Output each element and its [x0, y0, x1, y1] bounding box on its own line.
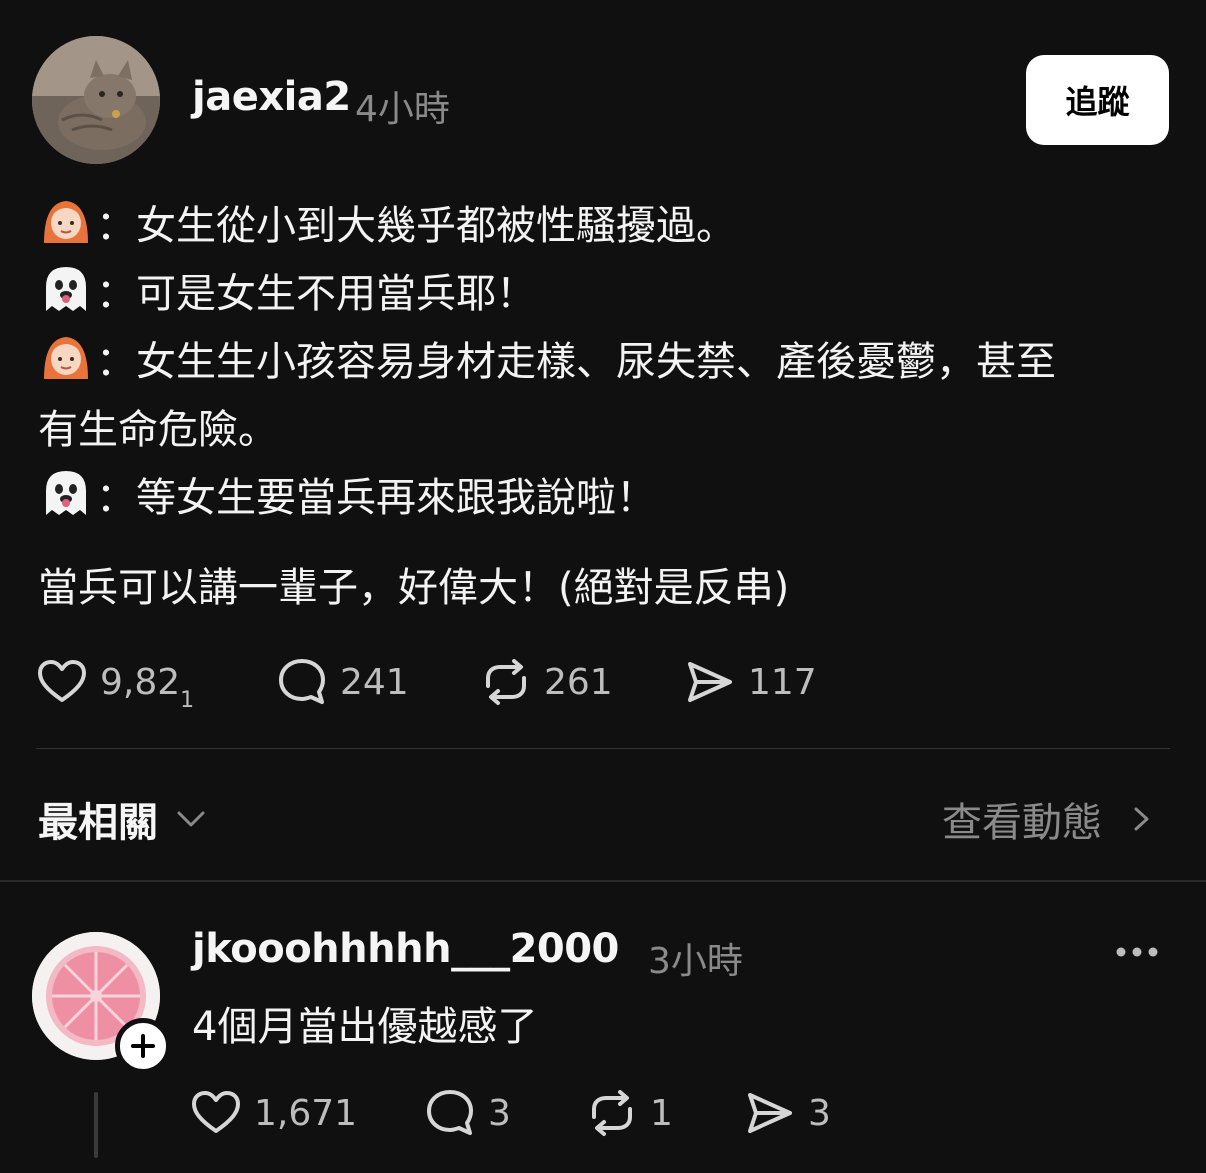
- heart-icon: [38, 660, 86, 702]
- post-body: ：女生從小到大幾乎都被性騷擾過。 ：可是女生不用當兵耶！ ：女生生小孩容易身材走…: [38, 192, 1168, 622]
- divider: [36, 748, 1170, 749]
- post-line: ：可是女生不用當兵耶！: [38, 260, 1168, 328]
- post-line-text: ：女生從小到大幾乎都被性騷擾過。: [96, 203, 736, 249]
- comment-repost-button[interactable]: 1: [586, 1083, 673, 1143]
- comment-reply-button[interactable]: 3: [424, 1083, 511, 1143]
- send-icon: [688, 662, 732, 702]
- repost-count: 261: [544, 661, 613, 703]
- share-button[interactable]: 117: [684, 652, 817, 712]
- comment-like-button[interactable]: 1,671: [190, 1083, 357, 1143]
- comment-like-count: 1,671: [254, 1092, 358, 1134]
- woman-red-hair-icon: [44, 201, 88, 243]
- post-username[interactable]: jaexia2: [192, 74, 351, 120]
- comment-share-count: 3: [808, 1092, 831, 1134]
- view-activity-label: 查看動態: [942, 800, 1102, 846]
- heart-icon: [192, 1091, 240, 1133]
- plus-icon: [131, 1034, 155, 1058]
- woman-red-hair-icon: [44, 337, 88, 379]
- add-follow-button[interactable]: [115, 1018, 171, 1074]
- repost-button[interactable]: 261: [480, 652, 613, 712]
- comment-text: 4個月當出優越感了: [192, 1004, 538, 1050]
- repost-icon: [486, 659, 526, 705]
- post-line-text: 有生命危險。: [38, 407, 278, 453]
- post-line-text: ：可是女生不用當兵耶！: [96, 271, 536, 317]
- post-line: ：等女生要當兵再來跟我說啦！: [38, 464, 1168, 532]
- post-time: 4小時: [355, 89, 450, 130]
- post-line-text: ：等女生要當兵再來跟我說啦！: [96, 475, 656, 521]
- comment-time: 3小時: [648, 941, 743, 982]
- ghost-icon: [46, 471, 86, 515]
- comment-bubble-icon: [427, 1090, 473, 1135]
- send-icon: [748, 1093, 792, 1133]
- like-count: 9,82: [100, 661, 181, 703]
- post-line-text: ：女生生小孩容易身材走樣、尿失禁、產後憂鬱，甚至: [96, 339, 1056, 385]
- comment-count: 241: [340, 661, 409, 703]
- comment-username[interactable]: jkooohhhhh___2000: [192, 926, 619, 972]
- sort-dropdown[interactable]: 最相關: [38, 790, 208, 848]
- comment-reply-count: 3: [488, 1092, 511, 1134]
- post-closing: 當兵可以講一輩子，好偉大！(絕對是反串): [38, 565, 790, 611]
- repost-icon: [592, 1090, 632, 1136]
- share-count: 117: [748, 661, 817, 703]
- post-line: 有生命危險。: [38, 396, 1168, 464]
- section-divider: [0, 880, 1206, 882]
- more-dots-icon[interactable]: [1112, 940, 1162, 964]
- comment-repost-count: 1: [650, 1092, 673, 1134]
- chevron-down-icon: [177, 811, 205, 827]
- comment-bubble-icon: [279, 659, 325, 704]
- sort-label: 最相關: [38, 800, 158, 846]
- follow-button[interactable]: 追蹤: [1026, 55, 1169, 145]
- comment-button[interactable]: 241: [276, 652, 409, 712]
- like-count-tail: 1: [180, 687, 195, 713]
- post-line: ：女生生小孩容易身材走樣、尿失禁、產後憂鬱，甚至: [38, 328, 1168, 396]
- avatar[interactable]: [32, 36, 160, 164]
- ghost-icon: [46, 267, 86, 311]
- chevron-right-icon: [1134, 807, 1149, 831]
- comment-share-button[interactable]: 3: [744, 1083, 831, 1143]
- like-button[interactable]: 9,82 1: [36, 652, 195, 713]
- post-line: ：女生從小到大幾乎都被性騷擾過。: [38, 192, 1168, 260]
- thread-line: [94, 1092, 98, 1158]
- view-activity-link[interactable]: 查看動態: [942, 790, 1156, 848]
